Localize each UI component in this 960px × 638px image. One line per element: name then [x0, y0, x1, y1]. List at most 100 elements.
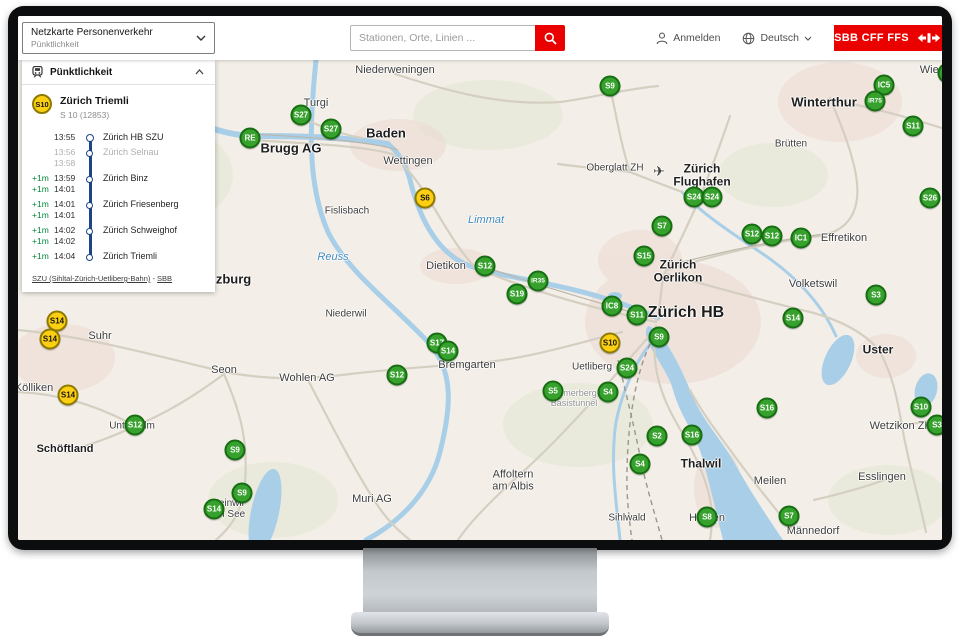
- search-icon: [544, 32, 557, 45]
- train-badge-s10[interactable]: S10: [911, 397, 932, 418]
- train-badge-s19[interactable]: S19: [507, 284, 528, 305]
- train-badge-s9[interactable]: S9: [232, 483, 253, 504]
- map-label-baden: Baden: [366, 127, 406, 142]
- map-label-seon: Seon: [211, 364, 237, 376]
- train-badge-s4[interactable]: S4: [598, 382, 619, 403]
- panel-footer: SZU (Sihltal-Zürich-Uetliberg-Bahn) - SB…: [22, 266, 215, 292]
- train-badge-s12[interactable]: S12: [125, 415, 146, 436]
- train-badge-re[interactable]: RE: [240, 128, 261, 149]
- train-badge-s24[interactable]: S24: [702, 187, 723, 208]
- search-button[interactable]: [535, 25, 565, 51]
- train-badge-s5[interactable]: S5: [543, 381, 564, 402]
- map-label-wetzikon-zh: Wetzikon ZH: [870, 420, 933, 432]
- train-badge-s14[interactable]: S14: [438, 341, 459, 362]
- train-badge-s11[interactable]: S11: [627, 305, 648, 326]
- stop-row[interactable]: 13:5613:58Zürich Selnau: [32, 145, 205, 171]
- train-badge-s14[interactable]: S14: [783, 308, 804, 329]
- globe-icon: [742, 32, 755, 45]
- map-label-oberglatt-zh: Oberglatt ZH: [586, 162, 643, 173]
- train-badge-s9[interactable]: S9: [600, 76, 621, 97]
- user-icon: [656, 32, 668, 45]
- map-label-männedorf: Männedorf: [787, 525, 840, 537]
- train-badge-s26[interactable]: S26: [920, 188, 941, 209]
- app-window: Netzkarte Personenverkehr Pünktlichkeit …: [18, 16, 942, 540]
- chevron-down-icon: [196, 35, 206, 41]
- sbb-logo: SBB CFF FFS: [834, 25, 942, 51]
- stop-row[interactable]: +1m14:04Zürich Triemli: [32, 249, 205, 264]
- train-badge-s15[interactable]: S15: [634, 246, 655, 267]
- operator-link[interactable]: SZU (Sihltal-Zürich-Uetliberg-Bahn): [32, 274, 150, 283]
- stop-row[interactable]: +1m+1m13:5914:01Zürich Binz: [32, 171, 205, 197]
- train-badge-s7[interactable]: S7: [652, 216, 673, 237]
- login-label: Anmelden: [673, 32, 720, 44]
- train-name: Zürich Triemli: [60, 95, 129, 107]
- layer-select-sublabel: Pünktlichkeit: [31, 39, 153, 49]
- train-badge-ic8[interactable]: IC8: [602, 296, 623, 317]
- layer-select-value: Netzkarte Personenverkehr: [31, 27, 153, 38]
- monitor-base: [351, 612, 609, 636]
- map-label-muri-ag: Muri AG: [352, 493, 392, 505]
- train-badge-ir35[interactable]: IR35: [528, 271, 549, 292]
- train-badge-s12[interactable]: S12: [742, 224, 763, 245]
- sbb-link[interactable]: SBB: [157, 274, 172, 283]
- map-label-niederwil: Niederwil: [325, 308, 366, 319]
- layer-select-text: Netzkarte Personenverkehr Pünktlichkeit: [31, 27, 153, 49]
- header-actions: Anmelden Deutsch SBB CFF FFS: [656, 16, 942, 60]
- map-label-brütten: Brütten: [775, 138, 807, 149]
- map-label-limmat: Limmat: [468, 214, 504, 226]
- map-label-kölliken: Kölliken: [18, 382, 53, 394]
- train-badge-s14[interactable]: S14: [40, 329, 61, 350]
- train-badge-s12[interactable]: S12: [762, 226, 783, 247]
- train-badge-s4[interactable]: S4: [630, 454, 651, 475]
- train-badge-s2[interactable]: S2: [647, 426, 668, 447]
- train-badge-s8[interactable]: S8: [697, 507, 718, 528]
- monitor-bezel: Netzkarte Personenverkehr Pünktlichkeit …: [8, 6, 952, 550]
- train-badge-s11[interactable]: S11: [903, 116, 924, 137]
- train-badge-s24[interactable]: S24: [617, 358, 638, 379]
- collapse-panel-button[interactable]: [193, 67, 206, 77]
- train-badge-ir75[interactable]: IR75: [865, 91, 886, 112]
- train-badge-s9[interactable]: S9: [649, 327, 670, 348]
- monitor-stand: [363, 548, 597, 614]
- map-label-winterthur: Winterthur: [791, 96, 857, 111]
- stop-list: 13:55Zürich HB SZU13:5613:58Zürich Selna…: [22, 123, 215, 266]
- train-summary: S10 Zürich Triemli S 10 (12853): [22, 85, 215, 123]
- language-selector[interactable]: Deutsch: [742, 32, 812, 45]
- map-label-brugg-ag: Brugg AG: [261, 142, 322, 157]
- map-label-wohlen-ag: Wohlen AG: [279, 372, 334, 384]
- train-badge-s16[interactable]: S16: [757, 398, 778, 419]
- train-badge-s14[interactable]: S14: [204, 499, 225, 520]
- search-input[interactable]: [350, 25, 535, 51]
- train-badge-s10[interactable]: S10: [600, 333, 621, 354]
- punctuality-panel: Pünktlichkeit S10 Zürich Triemli S 10 (1…: [22, 60, 215, 292]
- app-header: Netzkarte Personenverkehr Pünktlichkeit …: [18, 16, 942, 60]
- airport-icon: ✈: [653, 164, 665, 180]
- map-label-esslingen: Esslingen: [858, 471, 906, 483]
- map-label-dietikon: Dietikon: [426, 260, 466, 272]
- train-badge-s14[interactable]: S14: [58, 385, 79, 406]
- train-badge-s12[interactable]: S12: [475, 256, 496, 277]
- train-badge-s12[interactable]: S12: [387, 365, 408, 386]
- language-label: Deutsch: [760, 32, 799, 44]
- train-badge-s7[interactable]: S7: [779, 506, 800, 527]
- train-titles: Zürich Triemli S 10 (12853): [60, 94, 129, 120]
- train-badge-s3[interactable]: S3: [927, 415, 943, 436]
- sbb-arrows-icon: [916, 32, 942, 44]
- train-badge-s9[interactable]: S9: [225, 440, 246, 461]
- train-badge-s27[interactable]: S27: [321, 119, 342, 140]
- stop-row[interactable]: +1m+1m14:0114:01Zürich Friesenberg: [32, 197, 205, 223]
- train-icon: [31, 66, 44, 78]
- map-label-zürich-flughafen: Zürich Flughafen: [673, 163, 730, 190]
- stop-row[interactable]: +1m+1m14:0214:02Zürich Schweighof: [32, 223, 205, 249]
- map-label-uster: Uster: [863, 343, 894, 356]
- train-badge-s3[interactable]: S3: [866, 285, 887, 306]
- layer-select-dropdown[interactable]: Netzkarte Personenverkehr Pünktlichkeit: [22, 22, 215, 54]
- train-badge-s16[interactable]: S16: [682, 425, 703, 446]
- train-badge-s27[interactable]: S27: [291, 105, 312, 126]
- stop-row[interactable]: 13:55Zürich HB SZU: [32, 130, 205, 145]
- map-label-meilen: Meilen: [754, 475, 786, 487]
- map-label-zürich-hb: Zürich HB: [648, 304, 724, 322]
- train-badge-ic1[interactable]: IC1: [791, 228, 812, 249]
- train-badge-s6[interactable]: S6: [415, 188, 436, 209]
- login-button[interactable]: Anmelden: [656, 32, 720, 45]
